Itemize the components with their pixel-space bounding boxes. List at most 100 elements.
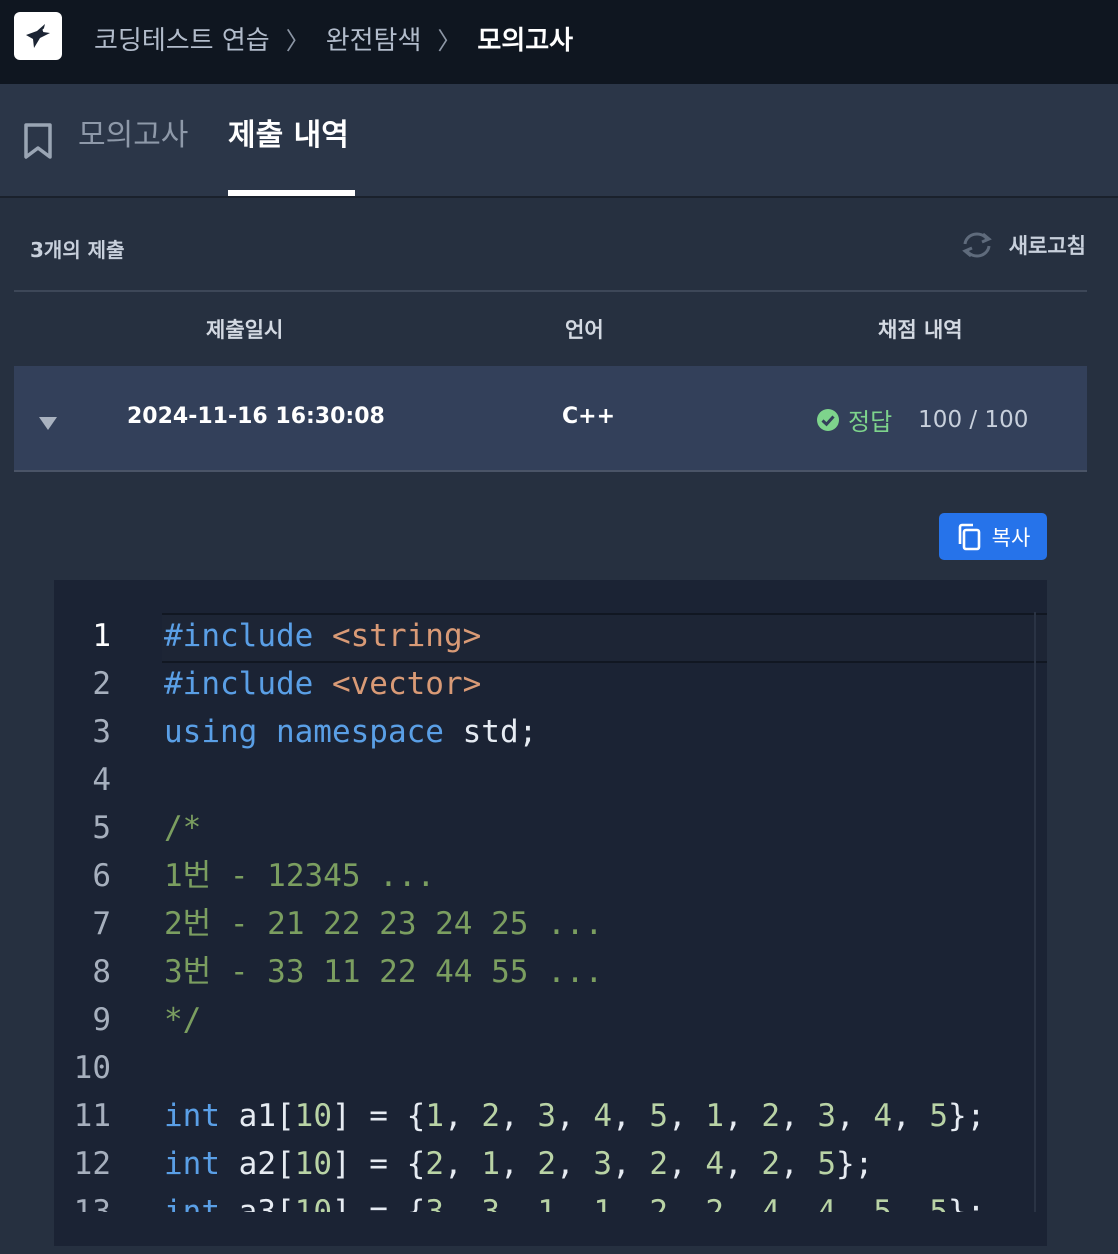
code-token: , xyxy=(779,1146,818,1182)
line-number: 2 xyxy=(92,666,111,702)
code-token: 1 xyxy=(425,1098,444,1134)
code-token: std; xyxy=(462,714,538,750)
code-token: }; xyxy=(947,1194,986,1212)
line-number: 10 xyxy=(73,1050,111,1086)
code-token: 3 xyxy=(537,1098,556,1134)
chevron-right-icon: 〉 xyxy=(437,26,462,55)
code-token: #include xyxy=(164,618,332,654)
submission-result: 정답 100 / 100 xyxy=(816,402,1028,437)
code-token: , xyxy=(443,1194,482,1212)
code-viewer[interactable]: 1 #include <string> 2 #include <vector> 3 usi… xyxy=(54,580,1047,1246)
code-token: 4 xyxy=(593,1098,612,1134)
submission-count: 3개의 제출 xyxy=(30,238,125,262)
code-token: }; xyxy=(947,1098,986,1134)
code-token: 2 xyxy=(705,1194,724,1212)
code-token: 2 xyxy=(761,1098,780,1134)
code-token: 3번 - 33 11 22 44 55 ... xyxy=(164,954,604,990)
code-text: 3번 - 33 11 22 44 55 ... xyxy=(164,948,603,996)
top-navbar: 코딩테스트 연습 〉 완전탐색 〉 모의고사 xyxy=(0,0,1118,84)
code-token: 4 xyxy=(817,1194,836,1212)
code-text: #include <vector> xyxy=(164,660,481,708)
code-token: 3 xyxy=(481,1194,500,1212)
code-token: int xyxy=(164,1098,239,1134)
submission-datetime: 2024-11-16 16:30:08 xyxy=(127,404,385,429)
code-token: , xyxy=(667,1194,706,1212)
code-token: int xyxy=(164,1146,239,1182)
bookmark-icon[interactable] xyxy=(22,122,54,164)
code-line: 11 int a1[10] = {1, 2, 3, 4, 5, 1, 2, 3, … xyxy=(54,1092,1047,1140)
code-token: 2 xyxy=(425,1146,444,1182)
code-token: , xyxy=(555,1146,594,1182)
code-token: 3 xyxy=(817,1098,836,1134)
tab-submissions[interactable]: 제출 내역 xyxy=(228,114,349,158)
code-token: , xyxy=(835,1194,874,1212)
code-token: 3 xyxy=(425,1194,444,1212)
column-header-grading: 채점 내역 xyxy=(878,318,963,342)
line-number: 1 xyxy=(92,618,111,654)
code-token: <vector> xyxy=(331,666,482,702)
code-token: , xyxy=(611,1098,650,1134)
code-token: , xyxy=(443,1146,482,1182)
copy-button[interactable]: 복사 xyxy=(939,513,1047,560)
code-token: 1 xyxy=(705,1098,724,1134)
code-token: a2[ xyxy=(238,1146,295,1182)
line-number: 6 xyxy=(92,858,111,894)
line-number: 8 xyxy=(92,954,111,990)
refresh-icon xyxy=(961,232,992,258)
code-token: 1번 - 12345 ... xyxy=(164,858,436,894)
code-token: 10 xyxy=(294,1146,332,1182)
code-token: , xyxy=(835,1098,874,1134)
line-number: 7 xyxy=(92,906,111,942)
code-token: 2 xyxy=(481,1098,500,1134)
code-token: ] = { xyxy=(331,1098,426,1134)
breadcrumb: 코딩테스트 연습 〉 완전탐색 〉 모의고사 xyxy=(94,18,573,58)
code-token: a1[ xyxy=(238,1098,295,1134)
code-token: 10 xyxy=(294,1098,332,1134)
code-line: 4 xyxy=(54,756,1047,804)
code-token: , xyxy=(667,1146,706,1182)
copy-label: 복사 xyxy=(991,525,1031,550)
code-text: int a3[10] = {3, 3, 1, 1, 2, 2, 4, 4, 5,… xyxy=(164,1188,985,1212)
line-number: 3 xyxy=(92,714,111,750)
code-text: #include <string> xyxy=(164,612,481,660)
code-token: 4 xyxy=(761,1194,780,1212)
code-line: 6 1번 - 12345 ... xyxy=(54,852,1047,900)
table-row[interactable]: 2024-11-16 16:30:08 C++ 정답 100 / 100 xyxy=(14,366,1087,472)
code-token: , xyxy=(611,1194,650,1212)
code-line: 5 /* xyxy=(54,804,1047,852)
refresh-button[interactable]: 새로고침 xyxy=(959,230,1086,260)
line-number: 11 xyxy=(73,1098,111,1134)
table-header: 제출일시 언어 채점 내역 xyxy=(14,290,1087,368)
code-token: , xyxy=(891,1098,930,1134)
code-token: 2 xyxy=(761,1146,780,1182)
code-line: 3 using namespace std; xyxy=(54,708,1047,756)
tab-problem[interactable]: 모의고사 xyxy=(78,114,188,158)
code-token: 2 xyxy=(649,1194,668,1212)
code-token: 2 xyxy=(537,1146,556,1182)
code-token: , xyxy=(891,1194,930,1212)
code-token: , xyxy=(779,1098,818,1134)
caret-down-icon[interactable] xyxy=(38,412,58,437)
code-token: */ xyxy=(164,1002,202,1038)
code-token: 5 xyxy=(649,1098,668,1134)
code-token: , xyxy=(499,1194,538,1212)
code-token: 5 xyxy=(873,1194,892,1212)
column-header-language: 언어 xyxy=(565,318,604,342)
code-text: */ xyxy=(164,996,201,1044)
check-circle-icon xyxy=(817,408,839,431)
code-token: , xyxy=(779,1194,818,1212)
code-text: /* xyxy=(164,804,201,852)
code-line: 2 #include <vector> xyxy=(54,660,1047,708)
code-token: , xyxy=(667,1098,706,1134)
line-number: 9 xyxy=(92,1002,111,1038)
code-line: 13 int a3[10] = {3, 3, 1, 1, 2, 2, 4, 4, … xyxy=(54,1188,1047,1212)
column-header-datetime: 제출일시 xyxy=(206,318,284,342)
breadcrumb-item-brute-force[interactable]: 완전탐색 xyxy=(326,20,422,57)
result-label: 정답 xyxy=(848,408,893,436)
breadcrumb-item-coding-test[interactable]: 코딩테스트 연습 xyxy=(94,20,270,57)
line-number: 5 xyxy=(92,810,111,846)
editor-scrollbar[interactable] xyxy=(1034,612,1036,1212)
active-tab-indicator xyxy=(228,190,355,196)
code-token: , xyxy=(499,1098,538,1134)
logo-icon[interactable] xyxy=(14,12,62,60)
